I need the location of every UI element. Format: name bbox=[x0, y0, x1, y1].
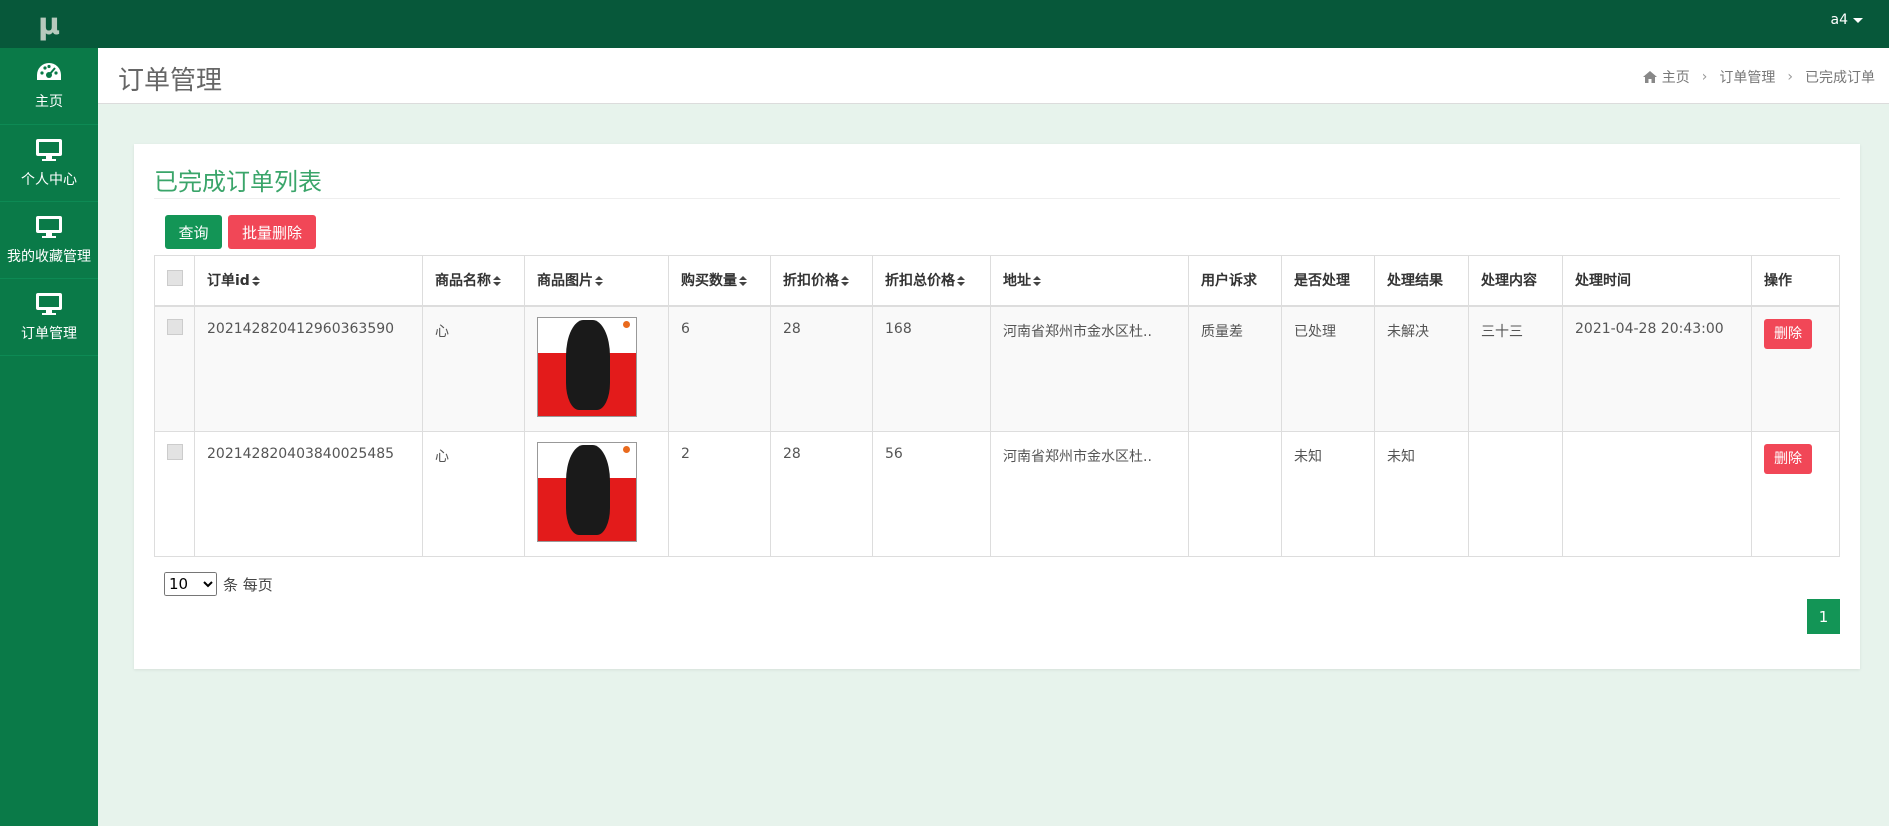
cell-product-name: 心 bbox=[422, 305, 525, 432]
sort-icon bbox=[595, 276, 603, 287]
username: a4 bbox=[1830, 12, 1849, 28]
cell-appeal: 质量差 bbox=[1188, 305, 1282, 432]
table-row: 202142820412960363590 心 6 28 168 河南省郑州市金… bbox=[154, 305, 1840, 432]
product-image bbox=[537, 316, 637, 417]
sidebar-item-profile[interactable]: 个人中心 bbox=[0, 125, 98, 202]
user-menu[interactable]: a4 bbox=[1830, 12, 1863, 28]
col-product-name[interactable]: 商品名称 bbox=[422, 255, 525, 307]
cell-total: 56 bbox=[872, 430, 991, 557]
col-handled: 是否处理 bbox=[1281, 255, 1375, 307]
sort-icon bbox=[957, 276, 965, 287]
dashboard-icon bbox=[37, 62, 61, 80]
cell-handled: 已处理 bbox=[1281, 305, 1375, 432]
monitor-icon bbox=[36, 292, 62, 315]
row-checkbox[interactable] bbox=[167, 443, 183, 460]
cell-quantity: 2 bbox=[668, 430, 771, 557]
sidebar-item-orders[interactable]: 订单管理 bbox=[0, 279, 98, 356]
cell-content bbox=[1468, 430, 1563, 557]
col-action: 操作 bbox=[1751, 255, 1840, 307]
query-button[interactable]: 查询 bbox=[165, 215, 222, 249]
row-checkbox[interactable] bbox=[167, 318, 183, 335]
delete-button[interactable]: 删除 bbox=[1764, 443, 1812, 474]
sort-icon bbox=[251, 276, 260, 287]
cell-result: 未知 bbox=[1374, 430, 1469, 557]
cell-quantity: 6 bbox=[668, 305, 771, 432]
topbar: a4 bbox=[98, 0, 1889, 48]
col-content: 处理内容 bbox=[1468, 255, 1563, 307]
breadcrumb-current: 已完成订单 bbox=[1805, 70, 1875, 86]
sidebar-item-home[interactable]: 主页 bbox=[0, 48, 98, 125]
breadcrumb-orders[interactable]: 订单管理 bbox=[1719, 67, 1775, 87]
monitor-icon bbox=[36, 138, 62, 161]
table-header-row: 订单id 商品名称 商品图片 购买数量 折扣价格 折扣总价格 地址 用户诉求 是… bbox=[154, 255, 1840, 307]
cell-price: 28 bbox=[770, 305, 873, 432]
sidebar-item-favorites[interactable]: 我的收藏管理 bbox=[0, 202, 98, 279]
sort-icon bbox=[1033, 276, 1041, 287]
select-all-checkbox[interactable] bbox=[167, 270, 183, 287]
col-appeal: 用户诉求 bbox=[1188, 255, 1282, 307]
page-header: 订单管理 主页 › 订单管理 › 已完成订单 bbox=[98, 48, 1889, 104]
orders-panel: 已完成订单列表 查询 批量删除 订单id 商品名称 商品图片 购买数量 折扣价格… bbox=[134, 144, 1860, 669]
select-all-cell bbox=[154, 255, 195, 307]
pagination-page-1[interactable]: 1 bbox=[1807, 599, 1840, 634]
panel-title: 已完成订单列表 bbox=[154, 168, 322, 196]
sidebar-item-label: 我的收藏管理 bbox=[7, 248, 91, 265]
table-row: 202142820403840025485 心 2 28 56 河南省郑州市金水… bbox=[154, 430, 1840, 557]
sort-icon bbox=[739, 276, 747, 287]
col-address[interactable]: 地址 bbox=[990, 255, 1189, 307]
sort-icon bbox=[841, 276, 849, 287]
breadcrumb: 主页 › 订单管理 › 已完成订单 bbox=[1642, 67, 1875, 87]
sidebar-item-label: 个人中心 bbox=[21, 171, 77, 188]
breadcrumb-home[interactable]: 主页 bbox=[1662, 67, 1690, 87]
col-time: 处理时间 bbox=[1562, 255, 1752, 307]
cell-order-id: 202142820412960363590 bbox=[194, 305, 423, 432]
product-image bbox=[537, 441, 637, 542]
cell-handled: 未知 bbox=[1281, 430, 1375, 557]
col-total[interactable]: 折扣总价格 bbox=[872, 255, 991, 307]
cell-total: 168 bbox=[872, 305, 991, 432]
cell-product-name: 心 bbox=[422, 430, 525, 557]
cell-address: 河南省郑州市金水区杜.. bbox=[990, 305, 1189, 432]
sidebar: μ 主页 个人中心 我的收藏管理 订单管理 bbox=[0, 0, 98, 826]
chevron-right-icon: › bbox=[1787, 69, 1793, 85]
col-quantity[interactable]: 购买数量 bbox=[668, 255, 771, 307]
sidebar-item-label: 主页 bbox=[35, 93, 63, 110]
orders-table: 订单id 商品名称 商品图片 购买数量 折扣价格 折扣总价格 地址 用户诉求 是… bbox=[154, 255, 1840, 557]
caret-down-icon bbox=[1853, 17, 1863, 23]
cell-time bbox=[1562, 430, 1752, 557]
cell-order-id: 202142820403840025485 bbox=[194, 430, 423, 557]
cell-time: 2021-04-28 20:43:00 bbox=[1562, 305, 1752, 432]
cell-result: 未解决 bbox=[1374, 305, 1469, 432]
logo: μ bbox=[0, 0, 98, 48]
col-order-id[interactable]: 订单id bbox=[194, 255, 423, 307]
batch-delete-button[interactable]: 批量删除 bbox=[228, 215, 316, 249]
per-page-label: 条 每页 bbox=[223, 575, 273, 594]
page-size-select[interactable]: 10 bbox=[164, 572, 217, 596]
cell-content: 三十三 bbox=[1468, 305, 1563, 432]
cell-appeal bbox=[1188, 430, 1282, 557]
col-price[interactable]: 折扣价格 bbox=[770, 255, 873, 307]
home-icon bbox=[1642, 71, 1657, 83]
cell-address: 河南省郑州市金水区杜.. bbox=[990, 430, 1189, 557]
sort-icon bbox=[493, 276, 501, 287]
monitor-icon bbox=[36, 215, 62, 238]
delete-button[interactable]: 删除 bbox=[1764, 318, 1812, 349]
chevron-right-icon: › bbox=[1701, 69, 1708, 85]
page-title: 订单管理 bbox=[118, 66, 223, 96]
sidebar-item-label: 订单管理 bbox=[21, 325, 77, 342]
col-result: 处理结果 bbox=[1374, 255, 1469, 307]
col-product-image[interactable]: 商品图片 bbox=[524, 255, 669, 307]
page-size-control: 10 条 每页 bbox=[164, 572, 273, 596]
divider bbox=[154, 198, 1840, 199]
cell-price: 28 bbox=[770, 430, 873, 557]
